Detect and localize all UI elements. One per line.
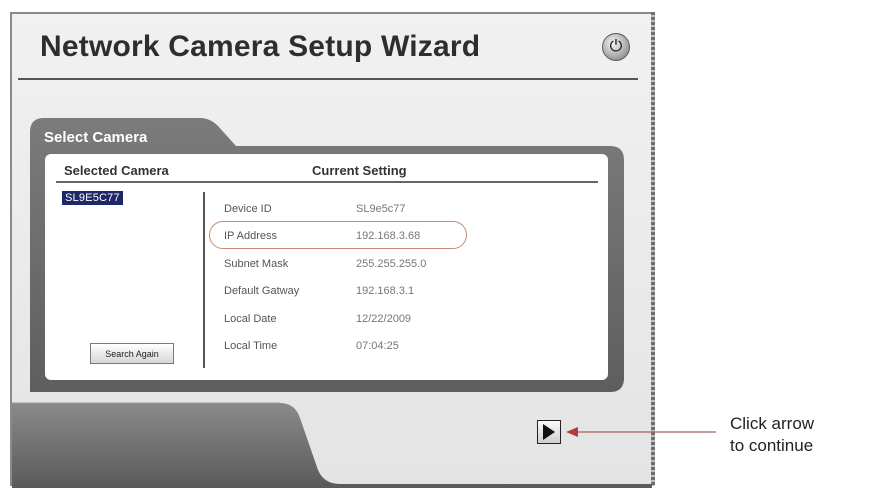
callout-line-1: Click arrow: [730, 414, 815, 433]
callout-line-2: to continue: [730, 436, 814, 455]
callout-text: Click arrow to continue: [730, 413, 814, 457]
